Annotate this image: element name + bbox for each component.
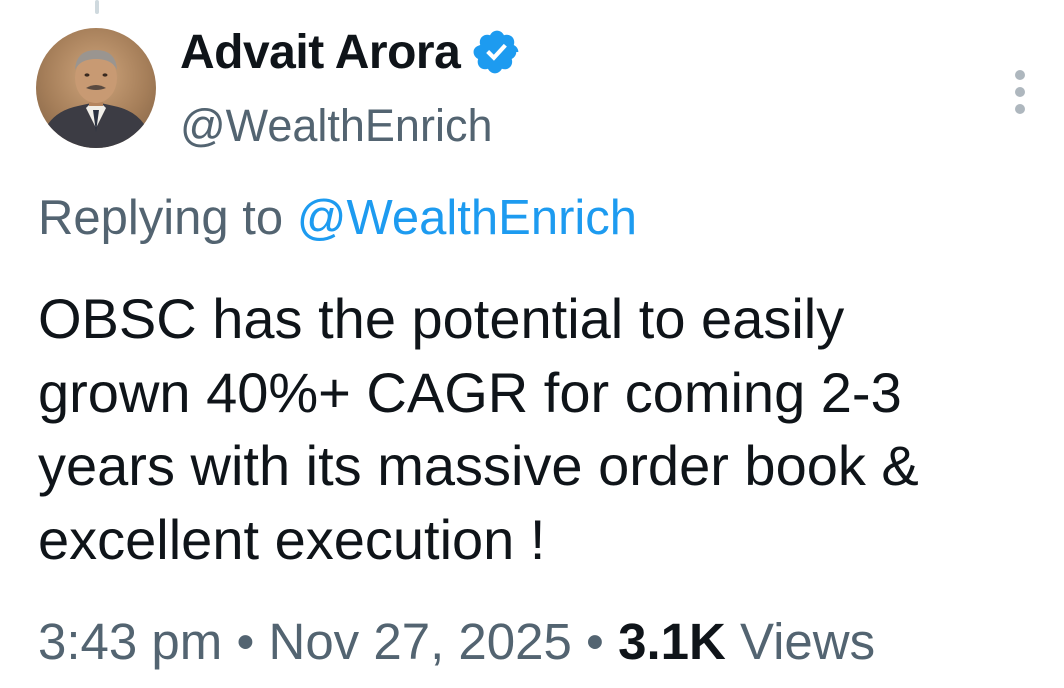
views-count: 3.1K bbox=[618, 613, 726, 670]
replying-to-label: Replying to bbox=[38, 191, 284, 245]
meta-separator: • bbox=[586, 613, 604, 670]
views-label: Views bbox=[739, 613, 876, 670]
tweet-text-line: OBSC has the potential to easily bbox=[38, 287, 845, 350]
tweet-time[interactable]: 3:43 pm bbox=[38, 613, 222, 670]
replying-to-handle-link[interactable]: @WealthEnrich bbox=[297, 191, 637, 245]
tweet-text-line: grown 40%+ CAGR for coming 2-3 bbox=[38, 360, 902, 424]
more-dot bbox=[1015, 70, 1025, 80]
avatar[interactable] bbox=[36, 28, 156, 148]
author-handle[interactable]: @WealthEnrich bbox=[180, 100, 492, 152]
tweet-text: OBSC has the potential to easily grown 4… bbox=[38, 282, 1048, 576]
tweet-date[interactable]: Nov 27, 2025 bbox=[268, 613, 571, 670]
author-name-row[interactable]: Advait Arora bbox=[180, 22, 522, 82]
tweet-text-line: excellent execution ! bbox=[38, 507, 546, 571]
meta-separator: • bbox=[236, 613, 255, 670]
more-dot bbox=[1015, 104, 1025, 114]
avatar-photo bbox=[41, 50, 151, 148]
thread-connector-line bbox=[95, 0, 99, 14]
replying-to: Replying to @WealthEnrich bbox=[38, 190, 637, 246]
tweet-metadata: 3:43 pm • Nov 27, 2025 • 3.1K Views bbox=[38, 612, 875, 671]
author-display-name[interactable]: Advait Arora bbox=[180, 25, 461, 80]
more-dot bbox=[1015, 87, 1025, 97]
verified-badge-icon bbox=[473, 30, 519, 74]
more-options-icon[interactable] bbox=[1008, 70, 1032, 114]
tweet-text-line: years with its massive order book & bbox=[38, 434, 919, 497]
